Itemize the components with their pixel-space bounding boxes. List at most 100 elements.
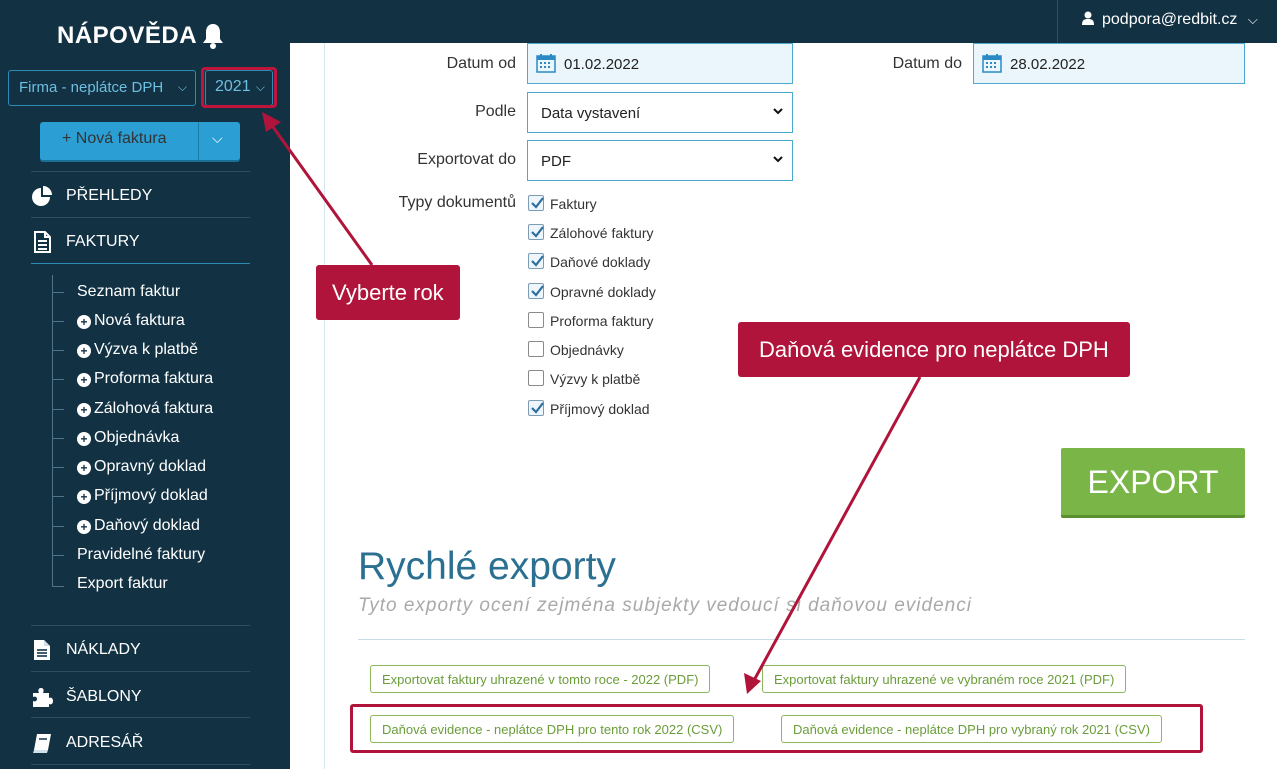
check-icon: [531, 197, 544, 209]
export-format-select[interactable]: PDF: [527, 140, 793, 181]
nav-divider: [31, 764, 250, 765]
doc-type-label: Faktury: [550, 196, 597, 212]
subnav-item-seznam-faktur[interactable]: Seznam faktur: [77, 283, 180, 305]
nav-item-label: PŘEHLEDY: [66, 187, 153, 204]
nav-item-label: ŠABLONY: [66, 688, 142, 705]
subnav-label: Export faktur: [77, 575, 168, 592]
doc-type-label: Daňové doklady: [550, 254, 651, 270]
subnav-item-objednavka[interactable]: + Objednávka: [77, 429, 179, 451]
subnav-item-vyzva-k-platbe[interactable]: + Výzva k platbě: [77, 341, 198, 363]
quick-exports-divider: [358, 639, 1245, 640]
file-text-icon: [34, 640, 50, 660]
nav-divider: [31, 263, 250, 264]
doc-type-label: Zálohové faktury: [550, 225, 654, 241]
by-select-value: Data vystavení: [541, 105, 641, 122]
checkbox-unchecked[interactable]: [528, 312, 544, 328]
subnav-tick: [52, 350, 64, 351]
chevron-down-icon: [773, 156, 783, 163]
subnav-label: Pravidelné faktury: [77, 546, 206, 563]
checkbox-checked[interactable]: [528, 283, 544, 299]
subnav-item-danovy-doklad[interactable]: + Daňový doklad: [77, 517, 200, 539]
subnav-tick: [52, 379, 64, 380]
subnav-label: Proforma faktura: [94, 370, 214, 387]
checkbox-unchecked[interactable]: [528, 341, 544, 357]
export-paid-selected-year-pdf-button[interactable]: Exportovat faktury uhrazené ve vybraném …: [762, 665, 1127, 693]
doc-type-label: Výzvy k platbě: [550, 371, 641, 387]
year-callout: Vyberte rok: [316, 265, 460, 320]
tax-arrow-line: [750, 376, 922, 685]
subnav-item-nova-faktura[interactable]: + Nová faktura: [77, 312, 185, 334]
nav-item-label: FAKTURY: [66, 233, 140, 250]
subnav-label: Seznam faktur: [77, 283, 181, 300]
chevron-down-icon: ⌵: [177, 80, 187, 94]
subnav-item-export-faktur[interactable]: Export faktur: [77, 575, 168, 597]
doc-type-label: Příjmový doklad: [550, 401, 650, 417]
bell-icon[interactable]: [200, 22, 226, 50]
company-select[interactable]: Firma - neplátce DPH ⌵: [8, 70, 196, 106]
doc-types-label: Typy dokumentů: [398, 194, 516, 211]
nav-item-adresar[interactable]: ADRESÁŘ: [31, 722, 250, 762]
subnav-tick: [52, 321, 64, 322]
user-icon: [1082, 11, 1094, 25]
checkbox-unchecked[interactable]: [528, 370, 544, 386]
nav-item-sablony[interactable]: ŠABLONY: [31, 676, 250, 716]
checkbox-checked[interactable]: [528, 195, 544, 211]
subnav-label: Nová faktura: [94, 312, 185, 329]
export-to-label: Exportovat do: [417, 151, 516, 168]
subnav-item-prijmovy-doklad[interactable]: + Příjmový doklad: [77, 487, 208, 509]
nav-item-faktury[interactable]: FAKTURY: [31, 221, 250, 261]
date-to-input[interactable]: 28.02.2022: [973, 43, 1245, 84]
plus-circle-icon: +: [77, 315, 91, 329]
nav-item-label: NÁKLADY: [66, 641, 141, 658]
doc-type-label: Opravné doklady: [550, 284, 656, 300]
subnav-item-zalohova-faktura[interactable]: + Zálohová faktura: [77, 400, 213, 422]
subnav-item-proforma-faktura[interactable]: + Proforma faktura: [77, 370, 213, 392]
checkbox-checked[interactable]: [528, 400, 544, 416]
plus-circle-icon: +: [77, 520, 91, 534]
plus-circle-icon: +: [77, 490, 91, 504]
check-icon: [531, 255, 544, 267]
sidebar: NÁPOVĚDA Firma - neplátce DPH ⌵ 2021 ⌵ +…: [0, 0, 290, 769]
tax-records-callout: Daňová evidence pro neplátce DPH: [738, 322, 1130, 377]
book-icon: [33, 734, 51, 753]
subnav-label: Zálohová faktura: [94, 400, 214, 417]
nav-item-label: ADRESÁŘ: [66, 734, 144, 751]
date-to-label: Datum do: [892, 55, 962, 72]
doc-type-label: Proforma faktury: [550, 313, 654, 329]
new-invoice-label: + Nová faktura: [62, 130, 167, 147]
chevron-down-icon: [773, 108, 783, 115]
checkbox-checked[interactable]: [528, 224, 544, 240]
topbar-divider: [1057, 0, 1058, 43]
quick-exports-title: Rychlé exporty: [358, 545, 616, 588]
new-invoice-dropdown-toggle[interactable]: ⌵: [198, 122, 240, 160]
export-button[interactable]: EXPORT: [1061, 448, 1245, 518]
nav-divider: [31, 717, 250, 718]
user-menu[interactable]: podpora@redbit.cz ⌵: [1082, 11, 1258, 29]
plus-circle-icon: +: [77, 461, 91, 475]
date-to-value: 28.02.2022: [1010, 56, 1086, 73]
date-from-label: Datum od: [446, 55, 516, 72]
nav-item-prehledy[interactable]: PŘEHLEDY: [31, 175, 250, 215]
date-from-input[interactable]: 01.02.2022: [527, 43, 793, 84]
subnav-item-pravidelne-faktury[interactable]: Pravidelné faktury: [77, 546, 205, 568]
by-select[interactable]: Data vystavení: [527, 92, 793, 133]
subnav-tick: [52, 586, 64, 587]
subnav-tick: [52, 438, 64, 439]
company-select-value: Firma - neplátce DPH: [19, 79, 164, 96]
year-highlight-box: [201, 67, 277, 108]
subnav-label: Objednávka: [94, 429, 180, 446]
subnav-label: Příjmový doklad: [94, 487, 208, 504]
nav-item-naklady[interactable]: NÁKLADY: [31, 629, 250, 669]
user-email: podpora@redbit.cz: [1102, 11, 1238, 28]
subnav-label: Daňový doklad: [94, 517, 200, 534]
export-paid-this-year-pdf-button[interactable]: Exportovat faktury uhrazené v tomto roce…: [370, 665, 711, 693]
subnav-tick: [52, 496, 64, 497]
checkbox-checked[interactable]: [528, 253, 544, 269]
subnav-tick: [52, 409, 64, 410]
subnav-item-opravny-doklad[interactable]: + Opravný doklad: [77, 458, 206, 480]
plus-circle-icon: +: [77, 432, 91, 446]
puzzle-icon: [33, 688, 53, 707]
new-invoice-button[interactable]: + Nová faktura ⌵: [40, 122, 240, 160]
plus-circle-icon: +: [77, 403, 91, 417]
chevron-down-icon: ⌵: [212, 130, 223, 146]
